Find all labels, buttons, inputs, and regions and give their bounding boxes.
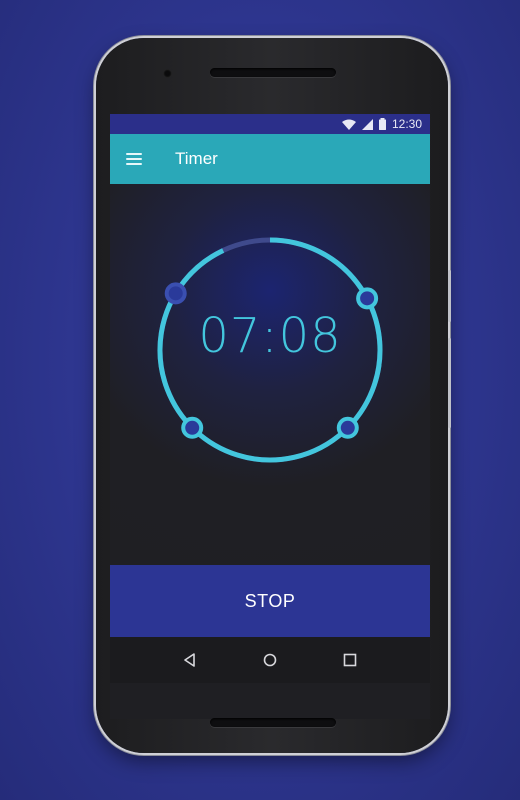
screen: 12:30 Timer 07:08 STOP (110, 114, 430, 719)
timer-dial[interactable] (110, 184, 430, 565)
navigation-bar (110, 637, 430, 683)
signal-icon (361, 118, 373, 130)
back-triangle-icon (184, 653, 195, 667)
recents-square-icon (343, 653, 357, 667)
power-button (448, 270, 451, 322)
back-button[interactable] (178, 648, 202, 672)
stop-button[interactable]: STOP (110, 565, 430, 637)
recents-button[interactable] (338, 648, 362, 672)
front-camera (163, 69, 172, 78)
screen-chin (110, 683, 430, 719)
timer-panel: 07:08 (110, 184, 430, 565)
phone-frame: 12:30 Timer 07:08 STOP (96, 38, 451, 753)
battery-icon (378, 118, 386, 130)
volume-button (448, 338, 451, 428)
top-speaker (210, 68, 336, 77)
dial-handle[interactable] (336, 416, 359, 439)
wifi-icon (341, 119, 356, 130)
status-time: 12:30 (391, 117, 422, 131)
home-circle-icon (263, 653, 277, 667)
hamburger-menu-icon[interactable] (126, 153, 142, 165)
dial-handle[interactable] (181, 416, 204, 439)
status-bar: 12:30 (110, 114, 430, 134)
bottom-speaker (210, 718, 336, 727)
app-toolbar: Timer (110, 134, 430, 184)
dial-handle[interactable] (164, 282, 187, 305)
home-button[interactable] (258, 648, 282, 672)
toolbar-title: Timer (175, 149, 218, 168)
dial-handle[interactable] (356, 287, 379, 310)
timer-display: 07:08 (198, 308, 342, 364)
